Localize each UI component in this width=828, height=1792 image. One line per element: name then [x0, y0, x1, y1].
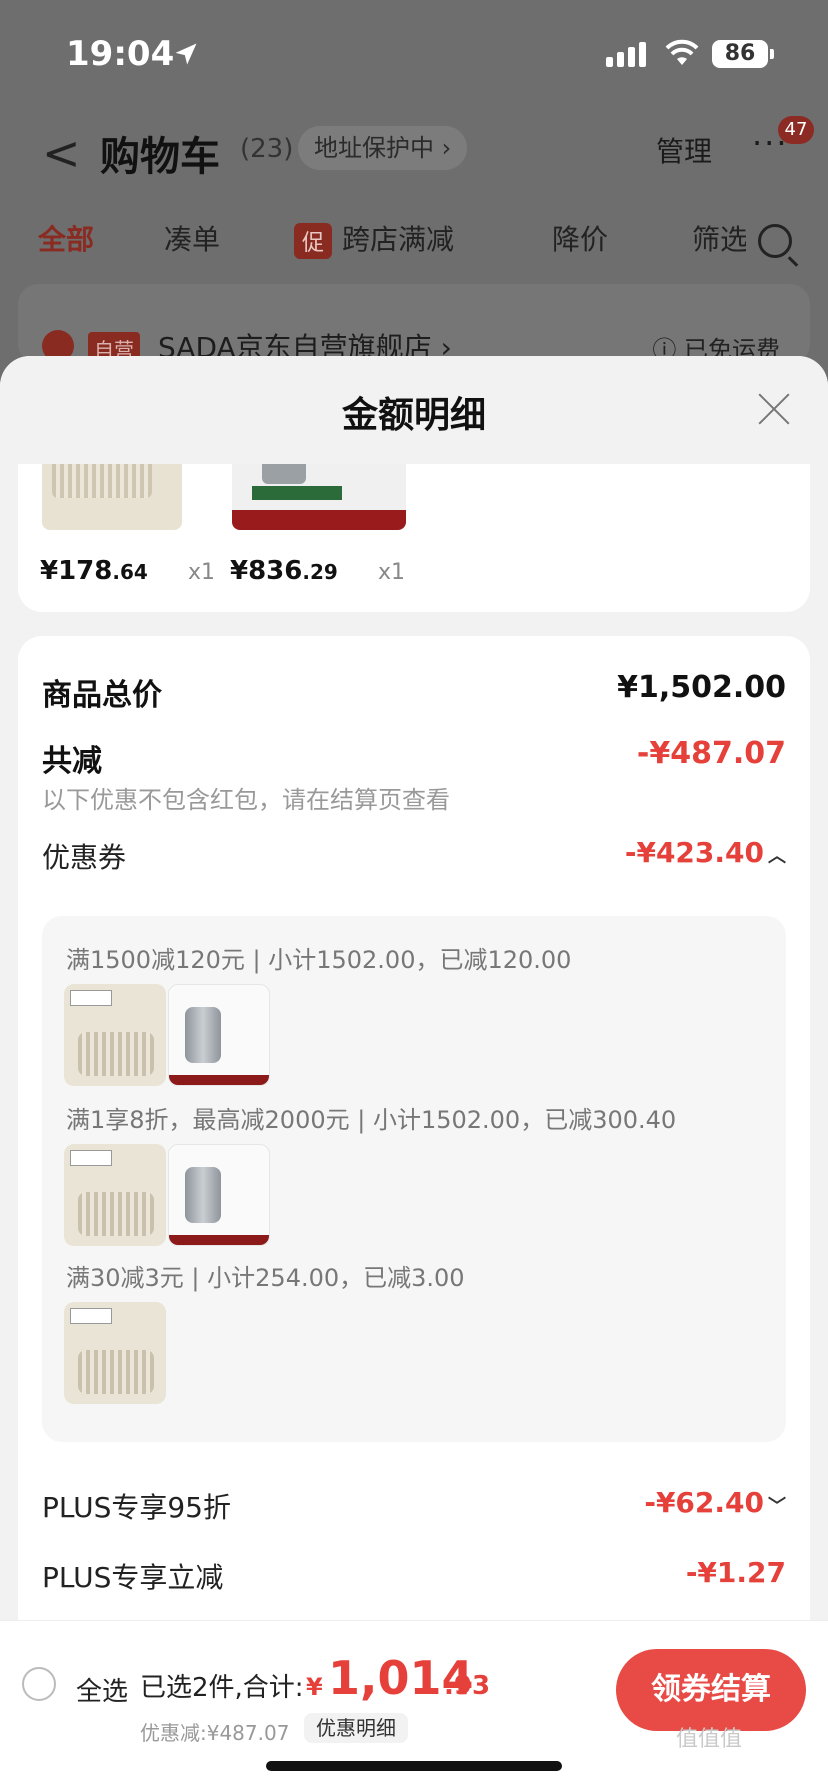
product-image-projector[interactable]: 1248: [232, 464, 406, 530]
chevron-down-icon[interactable]: ﹀: [768, 1496, 786, 1517]
plus-95-row[interactable]: PLUS专享95折 -¥62.40 ﹀: [42, 1486, 786, 1526]
manage-button[interactable]: 管理: [656, 130, 712, 170]
plus-off-label: PLUS专享立减: [42, 1561, 224, 1594]
message-badge: 47: [778, 116, 814, 144]
home-indicator[interactable]: [266, 1761, 562, 1771]
store-card: 自营 SADA京东自营旗舰店 › ⓘ 已免运费: [18, 284, 810, 365]
amount-detail-sheet: 1248 ¥178.64 x1 ¥836.29 x1 金额明细 商品总价 ¥1,…: [0, 356, 828, 1792]
product-price-int: ¥836: [230, 556, 303, 586]
total-price-row: 商品总价 ¥1,502.00: [42, 670, 786, 714]
coupon-product-image-projector: [168, 1144, 270, 1246]
product-price-dec: .64: [112, 560, 148, 584]
discount-detail-button[interactable]: 优惠明细: [304, 1713, 408, 1743]
cellular-signal-icon: [606, 42, 646, 67]
discount-amount: 优惠减:¥487.07: [140, 1721, 290, 1745]
checkout-bar: 全选 已选2件,合计: ¥ 1,014 .93 优惠减:¥487.07 优惠明细…: [0, 1620, 828, 1792]
product-qty: x1: [378, 560, 406, 585]
promo-tag: 促: [294, 223, 333, 259]
close-icon[interactable]: [756, 390, 792, 426]
plus-off-row: PLUS专享立减 -¥1.27: [42, 1556, 786, 1596]
tab-filter[interactable]: 筛选: [692, 218, 746, 258]
wifi-icon: [665, 39, 699, 65]
coupon-rule-2: 满1享8折，最高减2000元 | 小计1502.00，已减300.40: [66, 1106, 677, 1134]
select-all-checkbox[interactable]: [22, 1667, 56, 1701]
cart-header: < 购物车 (23) 地址保护中 › 管理 ··· 47: [0, 110, 828, 190]
product-thumbnail-card: 1248 ¥178.64 x1 ¥836.29 x1: [18, 464, 810, 612]
selected-count: 已选2件,合计:: [140, 1673, 304, 1703]
plus-95-label: PLUS专享95折: [42, 1491, 231, 1524]
product-price-dec: .29: [302, 560, 338, 584]
watermark: 值值值: [676, 1727, 743, 1752]
tab-cross-store-label: 跨店满减: [342, 223, 455, 256]
status-bar: 19:04 86: [0, 0, 828, 100]
total-reduce-value: -¥487.07: [636, 736, 786, 771]
sheet-title: 金额明细: [341, 395, 486, 436]
tab-cross-store[interactable]: 促跨店满减: [294, 218, 454, 259]
product-qty: x1: [188, 560, 216, 585]
total-reduce-label: 共减: [42, 744, 102, 779]
plus-95-value: -¥62.40 ﹀: [644, 1486, 786, 1519]
checkout-button[interactable]: 领券结算: [616, 1649, 806, 1731]
total-reduce-row: 共减 -¥487.07: [42, 736, 786, 780]
product-image-speaker[interactable]: [42, 464, 182, 530]
sheet-header: 金额明细: [0, 356, 828, 464]
coupon-detail-box: 满1500减120元 | 小计1502.00，已减120.00 满1享8折，最高…: [42, 916, 786, 1442]
thumb-green-banner: [252, 486, 342, 500]
product-price: ¥178.64: [40, 556, 148, 586]
plus-off-value: -¥1.27: [685, 1556, 786, 1589]
total-price-label: 商品总价: [42, 678, 162, 713]
tab-bundle[interactable]: 凑单: [164, 218, 220, 258]
status-time: 19:04: [66, 34, 175, 74]
coupon-row[interactable]: 优惠券 -¥423.40 ︿: [42, 836, 786, 876]
product-price: ¥836.29: [230, 556, 338, 586]
coupon-label: 优惠券: [42, 841, 127, 874]
product-price-int: ¥178: [40, 556, 113, 586]
battery-indicator: 86: [712, 40, 774, 68]
plus-95-value-text: -¥62.40: [644, 1486, 764, 1519]
coupon-product-image-projector: [168, 984, 270, 1086]
location-arrow-icon: [175, 43, 197, 65]
total-currency: ¥: [306, 1673, 323, 1701]
page-title: 购物车: [100, 134, 220, 180]
coupon-value: -¥423.40 ︿: [625, 836, 786, 869]
coupon-rule-1: 满1500减120元 | 小计1502.00，已减120.00: [66, 946, 572, 974]
search-icon[interactable]: [758, 224, 792, 258]
amount-detail-card: 商品总价 ¥1,502.00 共减 -¥487.07 以下优惠不包含红包，请在结…: [18, 636, 810, 1792]
filter-tabs: 全部 凑单 促跨店满减 降价 筛选: [0, 210, 828, 266]
coupon-product-image-speaker: [64, 1302, 166, 1404]
coupon-product-image-speaker: [64, 984, 166, 1086]
total-amount-decimal: .93: [444, 1671, 491, 1701]
reduce-note: 以下优惠不包含红包，请在结算页查看: [42, 786, 450, 814]
coupon-rule-3: 满30减3元 | 小计254.00，已减3.00: [66, 1264, 465, 1292]
chevron-up-icon[interactable]: ︿: [768, 846, 786, 867]
total-price-value: ¥1,502.00: [617, 670, 786, 705]
select-all-label[interactable]: 全选: [76, 1671, 128, 1708]
cart-item-count: (23): [240, 134, 294, 164]
tab-price-drop[interactable]: 降价: [552, 218, 608, 258]
back-arrow-icon[interactable]: <: [42, 126, 81, 180]
coupon-value-text: -¥423.40: [624, 836, 764, 869]
address-protection-pill[interactable]: 地址保护中 ›: [298, 126, 468, 170]
coupon-product-image-speaker: [64, 1144, 166, 1246]
tab-all[interactable]: 全部: [38, 218, 94, 258]
